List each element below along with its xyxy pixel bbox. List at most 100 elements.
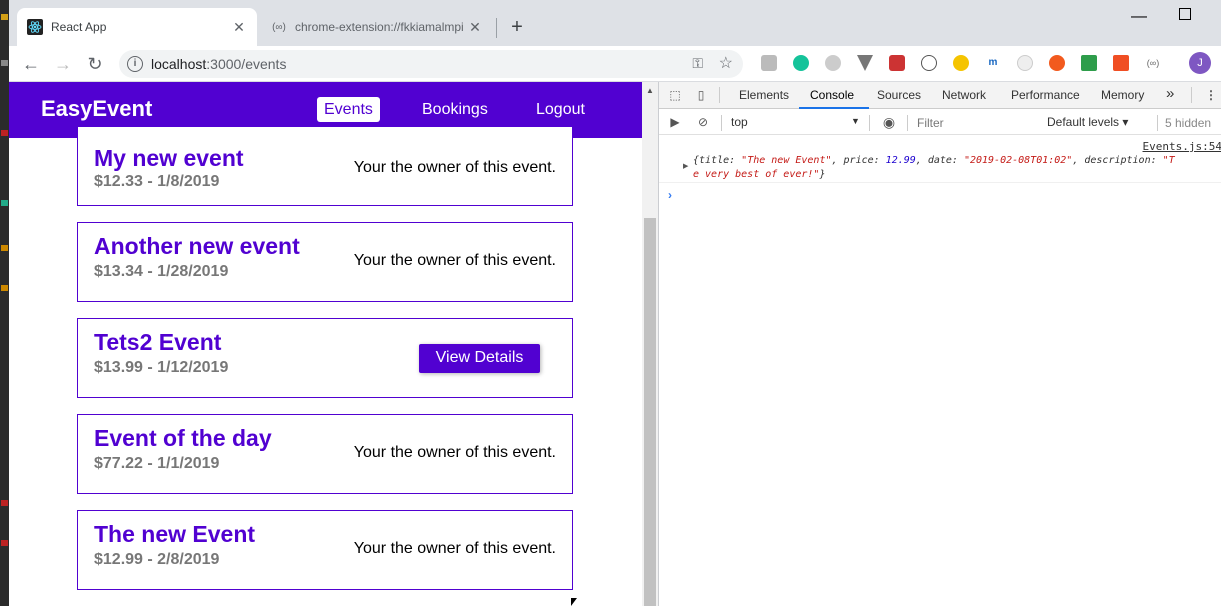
web-page: EasyEvent Events Bookings Logout My new … (9, 82, 642, 606)
event-price-date: $77.22 - 1/1/2019 (94, 455, 220, 472)
event-title: Event of the day (94, 425, 272, 451)
extension-icon-13[interactable]: (∞) (1145, 55, 1161, 71)
log-divider (659, 182, 1221, 183)
extension-icon-12[interactable] (1113, 55, 1129, 71)
browser-tab-react-app[interactable]: React App ✕ (17, 8, 257, 46)
reload-icon[interactable]: ↻ (83, 52, 107, 76)
address-bar[interactable]: i localhost:3000/events ⚿ ☆ (119, 50, 743, 78)
close-tab-icon[interactable]: ✕ (467, 19, 483, 36)
extension-icon-9[interactable] (1017, 55, 1033, 71)
divider (869, 115, 870, 131)
extension-icon-5[interactable] (889, 55, 905, 71)
browser-window: React App ✕ (∞) chrome-extension://fkkia… (9, 0, 1221, 606)
extension-icon-8[interactable]: m (985, 55, 1001, 71)
extension-icon-10[interactable] (1049, 55, 1065, 71)
url-text: localhost:3000/events (151, 56, 287, 72)
event-owner-note: Your the owner of this event. (353, 444, 556, 461)
scroll-up-icon[interactable]: ▲ (646, 86, 654, 95)
browser-toolbar: ← → ↻ i localhost:3000/events ⚿ ☆ m (∞) … (9, 46, 1221, 82)
clear-console-icon[interactable]: ⊘ (695, 114, 711, 130)
tab-elements[interactable]: Elements (739, 88, 789, 102)
key-icon[interactable]: ⚿ (692, 55, 703, 72)
event-card: Another new event $13.34 - 1/28/2019 You… (77, 222, 573, 302)
kebab-menu-icon[interactable]: ⋮ (1203, 87, 1219, 103)
log-levels-dropdown[interactable]: Default levels ▾ (1047, 115, 1128, 129)
event-card: My new event $12.33 - 1/8/2019 Your the … (77, 126, 573, 206)
event-price-date: $13.34 - 1/28/2019 (94, 263, 229, 280)
devtools-tab-bar: ⬚ ▯ Elements Console Sources Network Per… (659, 82, 1221, 109)
console-toolbar: ▶ ⊘ top ▼ ◉ Filter Default levels ▾ 5 hi… (659, 110, 1221, 135)
new-tab-button[interactable]: + (506, 16, 528, 38)
vue-devtools-icon[interactable] (857, 55, 873, 71)
context-select[interactable]: top (731, 115, 748, 129)
tab-memory[interactable]: Memory (1101, 88, 1144, 102)
divider (907, 115, 908, 131)
log-source-link[interactable]: Events.js:54 (1143, 140, 1221, 153)
grammarly-icon[interactable] (793, 55, 809, 71)
info-icon[interactable]: i (127, 56, 143, 72)
eye-icon[interactable]: ◉ (881, 114, 897, 130)
tab-title: chrome-extension://fkkiamalmpi (295, 20, 464, 34)
forward-arrow-icon[interactable]: → (51, 52, 75, 76)
log-object-line-1[interactable]: {title: "The new Event", price: 12.99, d… (693, 155, 1175, 166)
extension-icon-1[interactable] (761, 55, 777, 71)
tab-strip: React App ✕ (∞) chrome-extension://fkkia… (9, 0, 1221, 46)
desktop-edge (0, 0, 9, 606)
nav-link-bookings[interactable]: Bookings (415, 97, 495, 122)
tab-performance[interactable]: Performance (1011, 88, 1080, 102)
nav-link-logout[interactable]: Logout (529, 97, 592, 122)
event-card: Event of the day $77.22 - 1/1/2019 Your … (77, 414, 573, 494)
event-price-date: $13.99 - 1/12/2019 (94, 359, 229, 376)
active-tab-indicator (799, 107, 869, 109)
divider (1157, 115, 1158, 131)
react-icon (27, 19, 43, 35)
hidden-messages-count: 5 hidden (1165, 116, 1212, 130)
event-title: Another new event (94, 233, 300, 259)
divider (719, 87, 720, 103)
event-owner-note: Your the owner of this event. (353, 540, 556, 557)
sidebar-toggle-icon[interactable]: ▶ (667, 114, 683, 130)
log-object-line-2[interactable]: e very best of ever!"} (693, 169, 825, 180)
inspect-element-icon[interactable]: ⬚ (667, 87, 683, 103)
event-card: Tets2 Event $13.99 - 1/12/2019 View Deta… (77, 318, 573, 398)
tab-console[interactable]: Console (810, 88, 854, 102)
console-filter-input[interactable]: Filter (915, 114, 1039, 132)
minimize-icon[interactable]: — (1131, 8, 1147, 26)
maximize-icon[interactable] (1179, 8, 1191, 20)
extension-link-icon: (∞) (272, 21, 286, 33)
tab-network[interactable]: Network (942, 88, 986, 102)
extension-icon-11[interactable] (1081, 55, 1097, 71)
brand-logo[interactable]: EasyEvent (41, 96, 152, 122)
view-details-button[interactable]: View Details (419, 344, 540, 373)
back-arrow-icon[interactable]: ← (19, 52, 43, 76)
console-output: Events.js:54 ▶ {title: "The new Event", … (659, 136, 1221, 606)
event-owner-note: Your the owner of this event. (353, 159, 556, 176)
scrollbar-thumb[interactable] (644, 218, 656, 606)
more-tabs-icon[interactable]: » (1166, 85, 1174, 102)
event-price-date: $12.33 - 1/8/2019 (94, 173, 220, 190)
extension-icon-7[interactable] (953, 55, 969, 71)
browser-tab-extension[interactable]: (∞) chrome-extension://fkkiamalmpi ✕ (261, 8, 493, 46)
tab-title: React App (51, 20, 107, 34)
event-card: The new Event $12.99 - 2/8/2019 Your the… (77, 510, 573, 590)
divider (721, 115, 722, 131)
close-tab-icon[interactable]: ✕ (231, 19, 247, 36)
event-price-date: $12.99 - 2/8/2019 (94, 551, 220, 568)
page-scrollbar[interactable]: ▲ (642, 82, 658, 606)
event-owner-note: Your the owner of this event. (353, 252, 556, 269)
chevron-down-icon[interactable]: ▼ (851, 116, 860, 126)
extension-icon-3[interactable] (825, 55, 841, 71)
console-prompt[interactable]: › (668, 188, 672, 202)
divider (1191, 87, 1192, 103)
devtools-panel: ⬚ ▯ Elements Console Sources Network Per… (658, 82, 1221, 606)
expand-triangle-icon[interactable]: ▶ (683, 162, 688, 170)
device-toolbar-icon[interactable]: ▯ (693, 87, 709, 103)
profile-avatar[interactable]: J (1189, 52, 1211, 74)
mouse-cursor-icon (571, 598, 577, 606)
event-title: My new event (94, 145, 244, 171)
extension-icon-6[interactable] (921, 55, 937, 71)
tab-sources[interactable]: Sources (877, 88, 921, 102)
bookmark-star-icon[interactable]: ☆ (719, 53, 733, 73)
nav-link-events[interactable]: Events (317, 97, 380, 122)
tab-separator (496, 18, 497, 38)
